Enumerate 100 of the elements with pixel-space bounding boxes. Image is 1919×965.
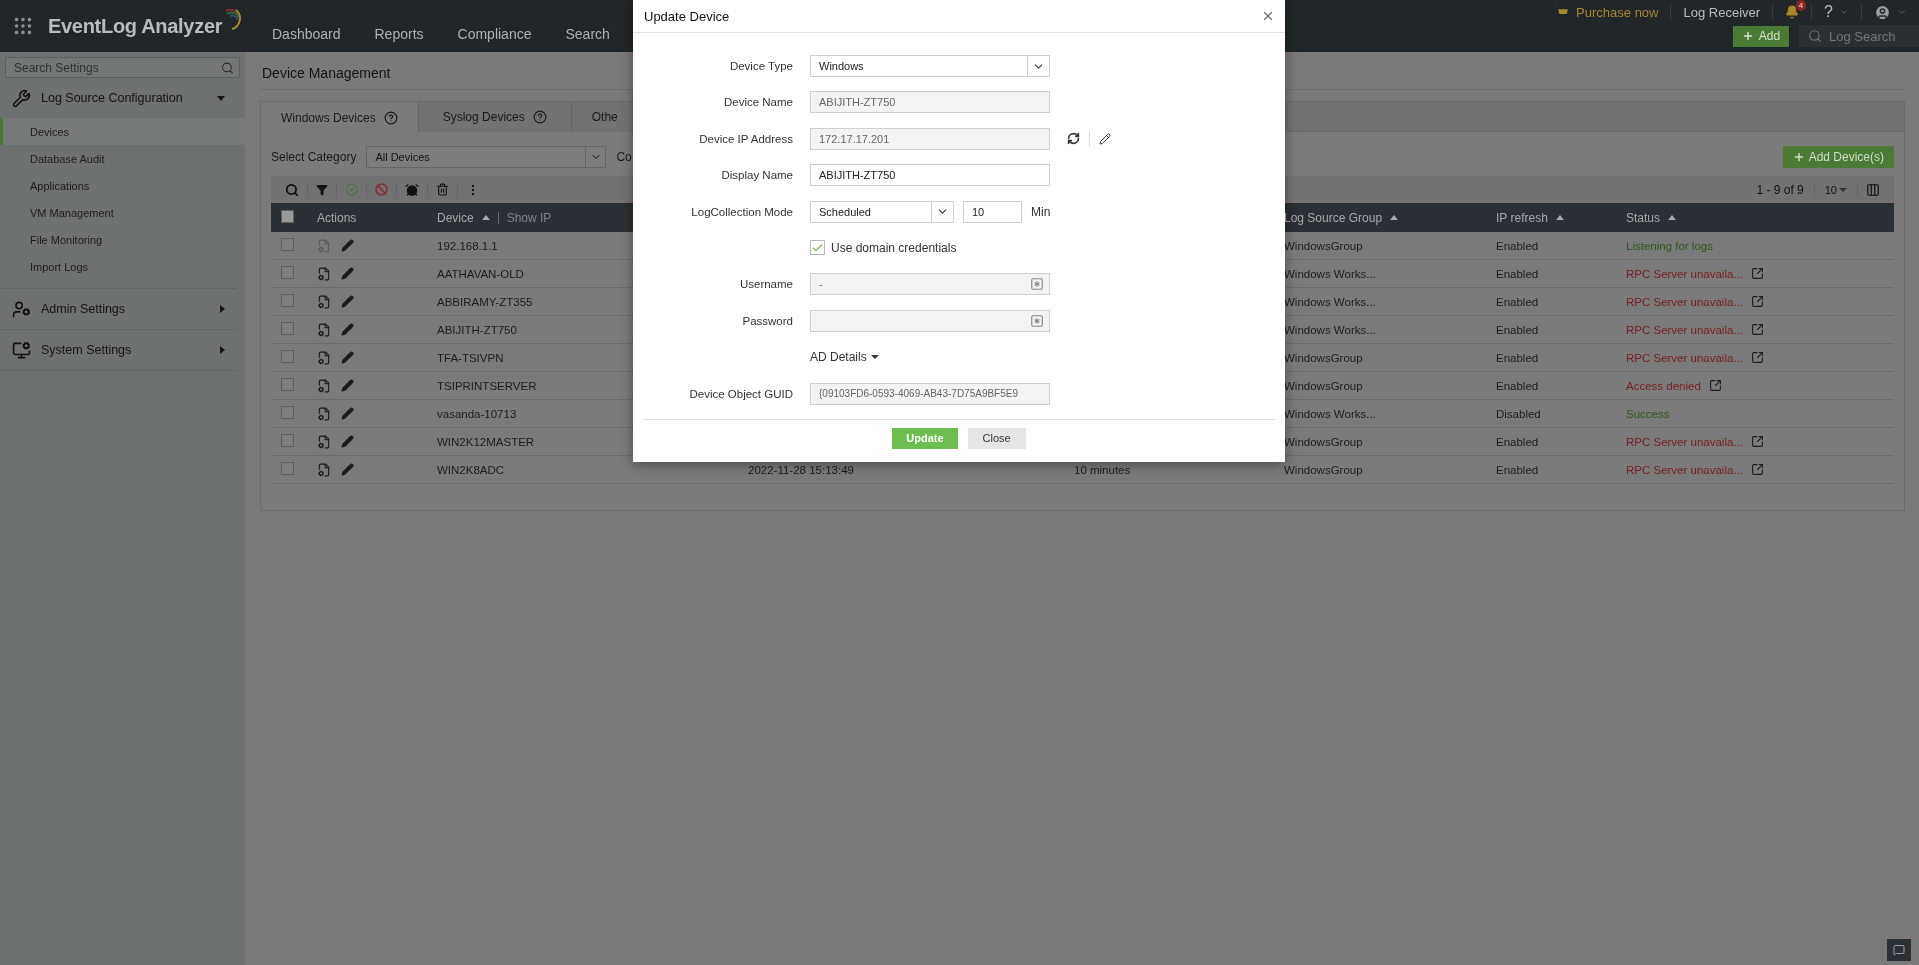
row-checkbox[interactable] bbox=[281, 433, 294, 447]
add-devices-button[interactable]: Add Device(s) bbox=[1782, 146, 1894, 168]
sidebar-section[interactable]: System Settings bbox=[0, 330, 237, 370]
file-gear-icon[interactable] bbox=[317, 434, 331, 449]
input-field[interactable]: ABIJITH-ZT750 bbox=[810, 164, 1050, 187]
row-checkbox[interactable] bbox=[281, 293, 294, 307]
credential-icon[interactable] bbox=[1030, 313, 1044, 328]
sidebar-item[interactable]: File Monitoring bbox=[0, 226, 245, 253]
checkbox[interactable] bbox=[810, 240, 825, 256]
close-icon[interactable] bbox=[1261, 9, 1275, 23]
show-ip-link[interactable]: Show IP bbox=[506, 210, 552, 225]
status-text: RPC Server unavaila... bbox=[1626, 267, 1743, 280]
row-checkbox[interactable] bbox=[281, 349, 294, 363]
nav-item[interactable]: Compliance bbox=[457, 26, 532, 46]
status-text: Access denied bbox=[1626, 379, 1701, 392]
select-all-checkbox[interactable] bbox=[281, 209, 294, 223]
checkbox-label[interactable]: Use domain credentials bbox=[810, 240, 957, 256]
field-label: Username bbox=[738, 278, 793, 291]
help-icon[interactable] bbox=[383, 110, 398, 125]
table-cell: Enabled bbox=[1496, 267, 1539, 280]
credential-icon[interactable] bbox=[1030, 277, 1044, 292]
external-link-icon[interactable] bbox=[1750, 435, 1764, 448]
status-text: RPC Server unavaila... bbox=[1626, 295, 1743, 308]
category-select[interactable]: All Devices bbox=[366, 146, 607, 168]
sidebar-item[interactable]: VM Management bbox=[0, 199, 245, 226]
file-gear-icon[interactable] bbox=[317, 462, 331, 477]
input-field[interactable] bbox=[810, 309, 1050, 332]
external-link-icon[interactable] bbox=[1750, 295, 1764, 308]
file-gear-icon[interactable] bbox=[317, 350, 331, 365]
table-cell: WindowsGroup bbox=[1284, 239, 1363, 252]
input-field[interactable]: {09103FD6-0593-4069-AB43-7D75A9BF5E9 bbox=[810, 382, 1050, 405]
sidebar-section[interactable]: Log Source Configuration bbox=[0, 78, 237, 118]
help-menu[interactable]: ? bbox=[1812, 4, 1862, 20]
page-size-select[interactable]: 10 bbox=[1814, 183, 1858, 196]
nav-item[interactable]: Reports bbox=[374, 26, 424, 46]
log-search-field[interactable]: Log Search bbox=[1799, 25, 1919, 47]
tab[interactable]: Syslog Devices bbox=[418, 102, 572, 132]
external-link-icon[interactable] bbox=[1750, 267, 1764, 280]
search-icon[interactable] bbox=[221, 61, 234, 74]
external-link-icon[interactable] bbox=[1750, 351, 1764, 364]
sidebar-item[interactable]: Database Audit bbox=[0, 145, 245, 172]
table-cell: Enabled bbox=[1496, 379, 1539, 392]
row-checkbox[interactable] bbox=[281, 265, 294, 279]
bell-icon bbox=[1785, 5, 1800, 19]
file-gear-icon[interactable] bbox=[317, 378, 331, 393]
refresh-icon[interactable] bbox=[1067, 132, 1080, 146]
nav-item[interactable]: Dashboard bbox=[272, 26, 341, 46]
plus-icon bbox=[1792, 151, 1805, 163]
user-gear-icon bbox=[12, 299, 31, 319]
column-header[interactable]: Status bbox=[1626, 210, 1677, 225]
external-link-icon[interactable] bbox=[1750, 463, 1764, 476]
column-header[interactable]: Device bbox=[437, 210, 490, 225]
close-button[interactable]: Close bbox=[967, 427, 1026, 449]
mode-select[interactable]: Scheduled bbox=[810, 200, 954, 223]
table-cell: Windows Works... bbox=[1284, 323, 1376, 336]
purchase-link[interactable]: Purchase now bbox=[1542, 4, 1672, 20]
notifications-button[interactable]: 4 bbox=[1773, 4, 1813, 20]
file-gear-icon[interactable] bbox=[317, 294, 331, 309]
status-text: Success bbox=[1626, 407, 1670, 420]
external-link-icon[interactable] bbox=[1750, 323, 1764, 336]
file-gear-icon[interactable] bbox=[317, 266, 331, 281]
row-checkbox[interactable] bbox=[281, 321, 294, 335]
column-header[interactable]: Log Source Group bbox=[1284, 210, 1399, 225]
table-cell: Enabled bbox=[1496, 323, 1539, 336]
app-name: EventLog Analyzer bbox=[48, 14, 223, 38]
row-checkbox[interactable] bbox=[281, 377, 294, 391]
row-checkbox[interactable] bbox=[281, 405, 294, 419]
external-link-icon[interactable] bbox=[1708, 379, 1722, 392]
file-gear-icon[interactable] bbox=[317, 322, 331, 337]
table-cell: Enabled bbox=[1496, 351, 1539, 364]
tab[interactable]: Windows Devices bbox=[261, 102, 419, 133]
settings-search-field[interactable]: Search Settings bbox=[5, 57, 240, 78]
log-receiver-link[interactable]: Log Receiver bbox=[1671, 4, 1774, 20]
input-field[interactable]: 172.17.17.201 bbox=[810, 127, 1050, 150]
table-cell: ABBIRAMY-ZT355 bbox=[437, 295, 533, 308]
input-field[interactable]: - bbox=[810, 273, 1050, 296]
nav-item[interactable]: Search bbox=[565, 26, 610, 46]
row-checkbox[interactable] bbox=[281, 237, 294, 251]
sidebar-item[interactable]: Devices bbox=[0, 118, 245, 145]
chat-button[interactable] bbox=[1887, 939, 1911, 961]
row-checkbox[interactable] bbox=[281, 461, 294, 475]
table-cell: Enabled bbox=[1496, 435, 1539, 448]
device-type-select[interactable]: Windows bbox=[810, 55, 1050, 77]
sidebar-item[interactable]: Import Logs bbox=[0, 253, 245, 280]
pencil-icon[interactable] bbox=[1099, 132, 1111, 145]
table-cell: Enabled bbox=[1496, 295, 1539, 308]
interval-field[interactable]: 10 bbox=[963, 200, 1022, 223]
table-cell: TFA-TSIVPN bbox=[437, 351, 504, 364]
apps-grid-icon[interactable] bbox=[12, 15, 34, 37]
table-cell: WindowsGroup bbox=[1284, 463, 1363, 476]
input-field[interactable]: ABIJITH-ZT750 bbox=[810, 91, 1050, 114]
column-header[interactable]: IP refresh bbox=[1496, 210, 1564, 225]
sidebar-item[interactable]: Applications bbox=[0, 172, 245, 199]
add-button[interactable]: Add bbox=[1733, 25, 1789, 47]
help-icon[interactable] bbox=[532, 110, 547, 124]
field-label: LogCollection Mode bbox=[690, 205, 793, 218]
file-gear-icon[interactable] bbox=[317, 406, 331, 421]
table-cell: WindowsGroup bbox=[1284, 351, 1363, 364]
sidebar-section[interactable]: Admin Settings bbox=[0, 289, 237, 329]
ad-details-toggle[interactable]: AD Details bbox=[810, 350, 879, 365]
